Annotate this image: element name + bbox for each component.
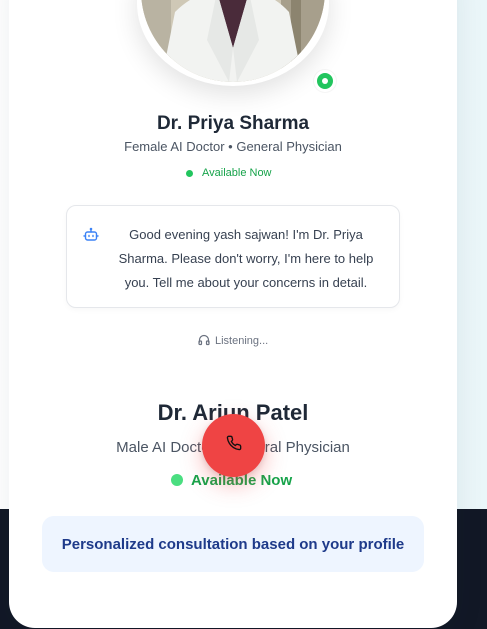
status-dot [186,169,193,177]
end-call-button[interactable] [202,414,265,477]
personalization-note: Personalized consultation based on your … [42,516,424,572]
phone-icon [226,435,242,456]
doctor-name: Dr. Priya Sharma [156,113,310,134]
online-status-indicator [314,70,336,92]
doctor-message-bubble: Good evening yash sajwan! I'm Dr. Priya … [66,205,400,308]
listening-label: Listening... [215,335,269,347]
headphones-icon [198,334,210,349]
doctor-specialty: Female AI Doctor • General Physician [124,139,342,154]
doctor-message-text: Good evening yash sajwan! I'm Dr. Priya … [118,227,374,290]
status-dot [171,474,183,486]
availability-status: Available Now [186,166,272,180]
robot-icon [83,227,99,243]
availability-label: Available Now [202,167,272,179]
listening-indicator: Listening... [198,333,268,349]
